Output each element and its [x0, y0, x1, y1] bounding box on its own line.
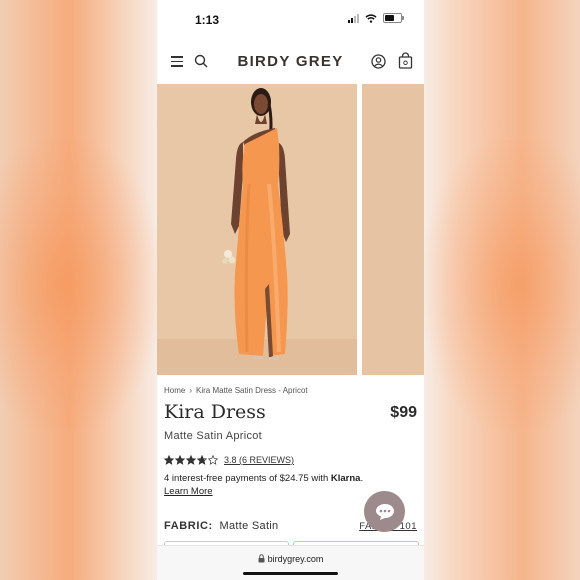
star-icon [197, 455, 207, 465]
breadcrumb-home-link[interactable]: Home [164, 386, 185, 395]
star-icon [164, 455, 174, 465]
breadcrumb-current: Kira Matte Satin Dress - Apricot [196, 386, 308, 395]
product-title: Kira Dress [164, 401, 266, 423]
star-icon [186, 455, 196, 465]
chevron-right-icon: › [189, 386, 193, 395]
fabric-label: FABRIC: Matte Satin [164, 520, 278, 532]
breadcrumb: Home › Kira Matte Satin Dress - Apricot [164, 386, 308, 395]
star-icon [175, 455, 185, 465]
klarna-logo: Klarna [330, 473, 361, 484]
product-image-main[interactable] [157, 84, 357, 375]
lock-icon [258, 554, 265, 563]
learn-more-link[interactable]: Learn More [164, 486, 213, 497]
background-glow-left [0, 140, 160, 430]
rating-summary: 3.8 (6 REVIEWS) [164, 455, 294, 465]
url-bar[interactable]: birdygrey.com [157, 554, 424, 564]
wifi-icon [365, 13, 377, 23]
url-text: birdygrey.com [267, 554, 324, 564]
rating-stars [164, 455, 218, 465]
product-price: $99 [390, 404, 417, 421]
klarna-prefix: 4 interest-free payments of $24.75 with [164, 473, 331, 484]
fabric-heading: FABRIC: [164, 520, 213, 532]
chat-bubble-icon [375, 503, 394, 520]
shopping-bag-icon[interactable] [398, 52, 413, 69]
chat-button[interactable] [364, 491, 405, 532]
dress-photo [157, 84, 357, 375]
fabric-value: Matte Satin [219, 520, 279, 532]
reviews-link[interactable]: 3.8 (6 REVIEWS) [224, 455, 294, 465]
klarna-suffix: . [360, 473, 364, 484]
klarna-message: 4 interest-free payments of $24.75 with … [164, 473, 363, 484]
status-time: 1:13 [195, 13, 220, 27]
home-indicator[interactable] [243, 572, 338, 575]
battery-icon [383, 13, 404, 23]
site-header: BIRDY GREY [157, 44, 424, 80]
product-image-next[interactable] [362, 84, 424, 375]
product-variant: Matte Satin Apricot [164, 430, 263, 442]
browser-bottom-bar: birdygrey.com [157, 545, 424, 580]
status-icons [348, 13, 404, 23]
phone-screen: 1:13 BIRDY GREY Home › Kira Matte Satin … [157, 0, 424, 580]
background-glow-right [424, 140, 580, 430]
star-icon [208, 455, 218, 465]
account-icon[interactable] [371, 54, 386, 69]
cellular-signal-icon [348, 13, 359, 23]
